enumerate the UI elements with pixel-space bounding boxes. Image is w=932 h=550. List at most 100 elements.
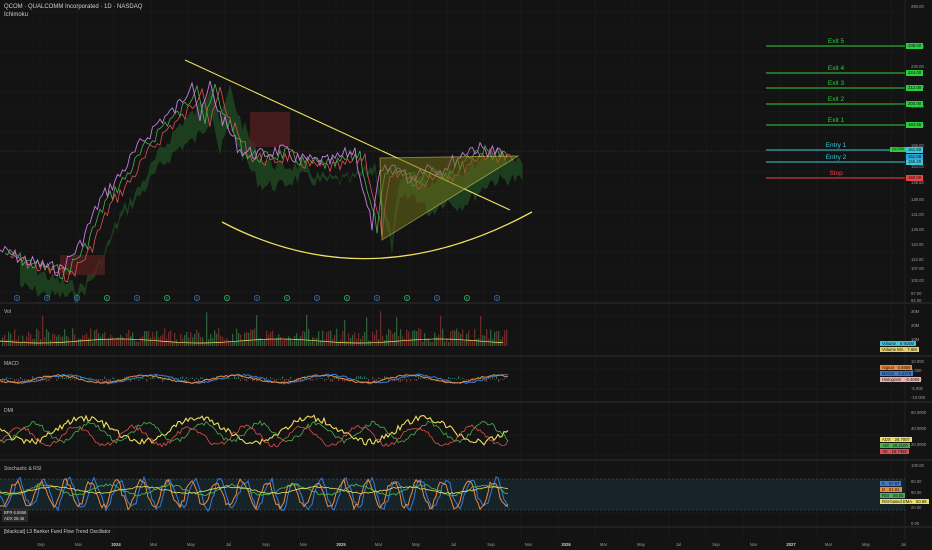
volume-bar bbox=[54, 334, 56, 346]
volume-bar bbox=[36, 328, 38, 346]
volume-bar bbox=[408, 331, 410, 346]
macd-histogram-bar bbox=[326, 379, 328, 380]
time-axis-label: Nov bbox=[299, 542, 308, 547]
macd-histogram-bar bbox=[454, 377, 456, 379]
macd-histogram-bar bbox=[362, 377, 364, 379]
price-axis-label: 113.00 bbox=[911, 257, 924, 262]
volume-bar bbox=[312, 337, 314, 346]
volume-bar bbox=[294, 336, 296, 346]
volume-bar bbox=[324, 339, 326, 346]
macd-histogram-bar bbox=[168, 377, 170, 379]
macd-panel-label[interactable]: MACD bbox=[4, 361, 19, 367]
macd-histogram-bar bbox=[60, 378, 62, 379]
volume-bar bbox=[268, 334, 270, 346]
symbol-title[interactable]: QCOM · QUALCOMM Incorporated · 1D · NASD… bbox=[4, 3, 142, 11]
macd-histogram-bar bbox=[356, 376, 358, 379]
volume-bar bbox=[148, 330, 150, 346]
volume-bar bbox=[400, 329, 402, 346]
macd-histogram-bar bbox=[406, 379, 408, 382]
banker-oscillator-label[interactable]: [blackcat] L3 Banker Fund Flow Trend Osc… bbox=[4, 529, 110, 535]
volume-panel-label[interactable]: Vol bbox=[4, 309, 11, 315]
macd-histogram-bar bbox=[114, 378, 116, 379]
macd-histogram-bar bbox=[450, 377, 452, 379]
macd-histogram-bar bbox=[48, 379, 50, 381]
macd-histogram-bar bbox=[330, 379, 332, 382]
legend-row: D 61.81 bbox=[880, 487, 902, 493]
volume-bar bbox=[304, 331, 306, 346]
macd-histogram-bar bbox=[328, 377, 330, 379]
volume-bar bbox=[428, 338, 430, 346]
volume-bar bbox=[306, 315, 308, 346]
volume-bar bbox=[120, 334, 122, 346]
volume-bar bbox=[162, 334, 164, 346]
macd-histogram-bar bbox=[358, 376, 360, 379]
chart-canvas[interactable]: DDDEDEDEDEDEDEDED bbox=[0, 0, 932, 550]
volume-bar bbox=[328, 331, 330, 346]
macd-histogram-bar bbox=[194, 379, 196, 381]
volume-bar bbox=[24, 340, 26, 346]
volume-bar bbox=[18, 336, 20, 346]
macd-histogram-bar bbox=[236, 377, 238, 379]
legend-key: RSI bbox=[880, 493, 891, 498]
macd-histogram-bar bbox=[188, 379, 190, 380]
macd-histogram-bar bbox=[26, 379, 28, 380]
time-axis-label: May bbox=[862, 542, 870, 547]
volume-bar bbox=[170, 330, 172, 346]
volume-bar bbox=[486, 329, 488, 346]
volume-bar bbox=[144, 330, 146, 346]
macd-histogram-bar bbox=[178, 378, 180, 379]
legend-key: ADX bbox=[880, 437, 893, 442]
macd-histogram-bar bbox=[316, 379, 318, 381]
price-box-current: 161.08 bbox=[906, 154, 924, 160]
macd-histogram-bar bbox=[380, 378, 382, 379]
macd-histogram-bar bbox=[150, 377, 152, 379]
legend-key: -DI bbox=[880, 449, 890, 454]
volume-bar bbox=[432, 341, 434, 346]
volume-bar bbox=[80, 338, 82, 346]
legend-row: Histogram -0.4059 bbox=[880, 377, 922, 383]
triangle-pattern bbox=[379, 155, 520, 241]
volume-bar bbox=[358, 333, 360, 346]
stoch-rsi-panel-label[interactable]: Stochastic & RSI bbox=[4, 466, 42, 472]
time-axis-label: Mar bbox=[374, 542, 383, 547]
volume-bar bbox=[384, 339, 386, 346]
macd-histogram-bar bbox=[104, 376, 106, 379]
volume-bar bbox=[402, 336, 404, 346]
volume-bar bbox=[422, 341, 424, 346]
macd-histogram-bar bbox=[134, 379, 136, 380]
macd-histogram-bar bbox=[56, 379, 58, 381]
volume-bar bbox=[322, 330, 324, 346]
volume-bar bbox=[396, 317, 398, 346]
volume-bar bbox=[478, 338, 480, 346]
volume-bar bbox=[346, 340, 348, 346]
volume-bar bbox=[468, 330, 470, 346]
legend-row: -DI 19.7393 bbox=[880, 449, 909, 455]
macd-histogram-bar bbox=[338, 379, 340, 382]
volume-bar bbox=[366, 317, 368, 346]
volume-bar bbox=[436, 336, 438, 346]
volume-bar bbox=[140, 337, 142, 346]
dmi-panel-label[interactable]: DMI bbox=[4, 408, 13, 414]
volume-bar bbox=[92, 341, 94, 346]
macd-histogram-bar bbox=[206, 378, 208, 379]
volume-bar bbox=[48, 332, 50, 346]
volume-bar bbox=[14, 329, 16, 346]
ichimoku-indicator-label[interactable]: Ichimoku bbox=[4, 11, 142, 19]
volume-bar bbox=[216, 333, 218, 346]
subpanel-axis-label: 20M bbox=[911, 323, 920, 328]
subpanel-axis-label: -10.000 bbox=[911, 395, 926, 400]
volume-bar bbox=[262, 340, 264, 346]
volume-bar bbox=[30, 334, 32, 346]
macd-histogram-bar bbox=[460, 379, 462, 380]
macd-histogram-bar bbox=[378, 377, 380, 379]
volume-bar bbox=[28, 331, 30, 346]
time-axis-label: Sep bbox=[37, 542, 45, 547]
macd-histogram-bar bbox=[308, 379, 310, 380]
time-axis-label: Jul bbox=[675, 542, 682, 547]
legend-key: Volume bbox=[880, 341, 898, 346]
volume-bar bbox=[210, 334, 212, 346]
macd-histogram-bar bbox=[456, 379, 458, 380]
volume-bar bbox=[274, 339, 276, 346]
volume-bar bbox=[374, 334, 376, 346]
volume-bar bbox=[380, 311, 382, 346]
